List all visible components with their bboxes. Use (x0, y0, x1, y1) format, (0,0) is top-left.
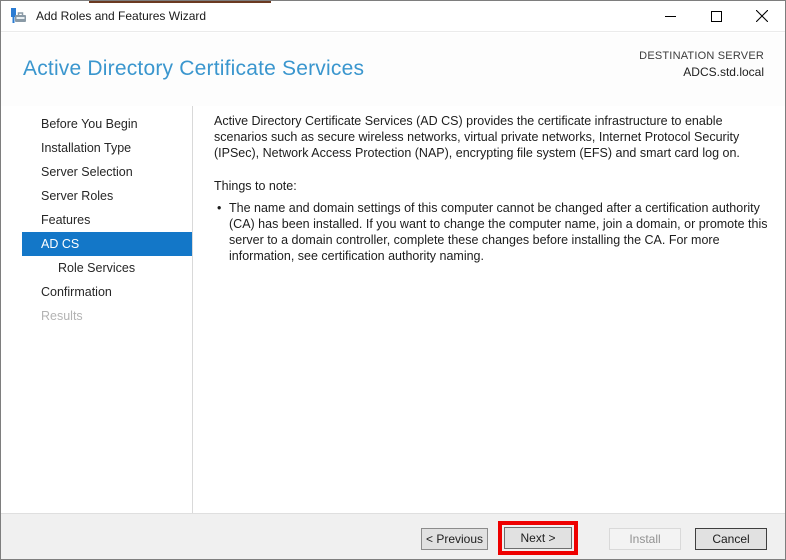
wizard-steps-nav: Before You Begin Installation Type Serve… (1, 106, 193, 515)
install-button: Install (609, 528, 681, 550)
destination-server-name: ADCS.std.local (683, 65, 764, 79)
maximize-icon (710, 10, 722, 22)
maximize-button[interactable] (693, 1, 739, 31)
destination-server-label: DESTINATION SERVER (639, 50, 764, 62)
sidebar-item-ad-cs[interactable]: AD CS (22, 232, 192, 256)
minimize-button[interactable] (647, 1, 693, 31)
page-title: Active Directory Certificate Services (23, 57, 365, 80)
annotation-highlight-next: Next > (498, 521, 578, 555)
top-edge-artifact (89, 1, 271, 3)
close-icon (756, 10, 768, 22)
wizard-header: Active Directory Certificate Services DE… (1, 33, 785, 106)
next-button[interactable]: Next > (504, 527, 572, 549)
sidebar-item-results: Results (41, 309, 83, 323)
note-heading: Things to note: (214, 179, 297, 193)
previous-button[interactable]: < Previous (421, 528, 488, 550)
sidebar-item-before-you-begin[interactable]: Before You Begin (22, 112, 192, 136)
note-bullet-text: The name and domain settings of this com… (229, 201, 768, 263)
sidebar-item-installation-type[interactable]: Installation Type (22, 136, 192, 160)
close-button[interactable] (739, 1, 785, 31)
window-title: Add Roles and Features Wizard (36, 9, 207, 23)
wizard-icon (11, 8, 27, 24)
page-content: Active Directory Certificate Services (A… (214, 113, 770, 264)
minimize-icon (664, 15, 676, 17)
destination-server-block: DESTINATION SERVER ADCS.std.local (639, 50, 764, 79)
bullet-icon: • (217, 201, 222, 215)
sidebar-item-role-services[interactable]: Role Services (22, 256, 192, 280)
wizard-footer: < Previous Next > Install Cancel (1, 513, 785, 559)
wizard-window: Add Roles and Features Wizard Active Dir… (0, 0, 786, 560)
sidebar-item-server-selection[interactable]: Server Selection (22, 160, 192, 184)
sidebar-item-confirmation[interactable]: Confirmation (22, 280, 192, 304)
intro-text: Active Directory Certificate Services (A… (214, 114, 740, 160)
titlebar: Add Roles and Features Wizard (1, 1, 785, 32)
cancel-button[interactable]: Cancel (695, 528, 767, 550)
note-bullet-item: • The name and domain settings of this c… (214, 200, 770, 264)
sidebar-item-features[interactable]: Features (22, 208, 192, 232)
sidebar-item-server-roles[interactable]: Server Roles (22, 184, 192, 208)
window-controls (647, 1, 785, 31)
